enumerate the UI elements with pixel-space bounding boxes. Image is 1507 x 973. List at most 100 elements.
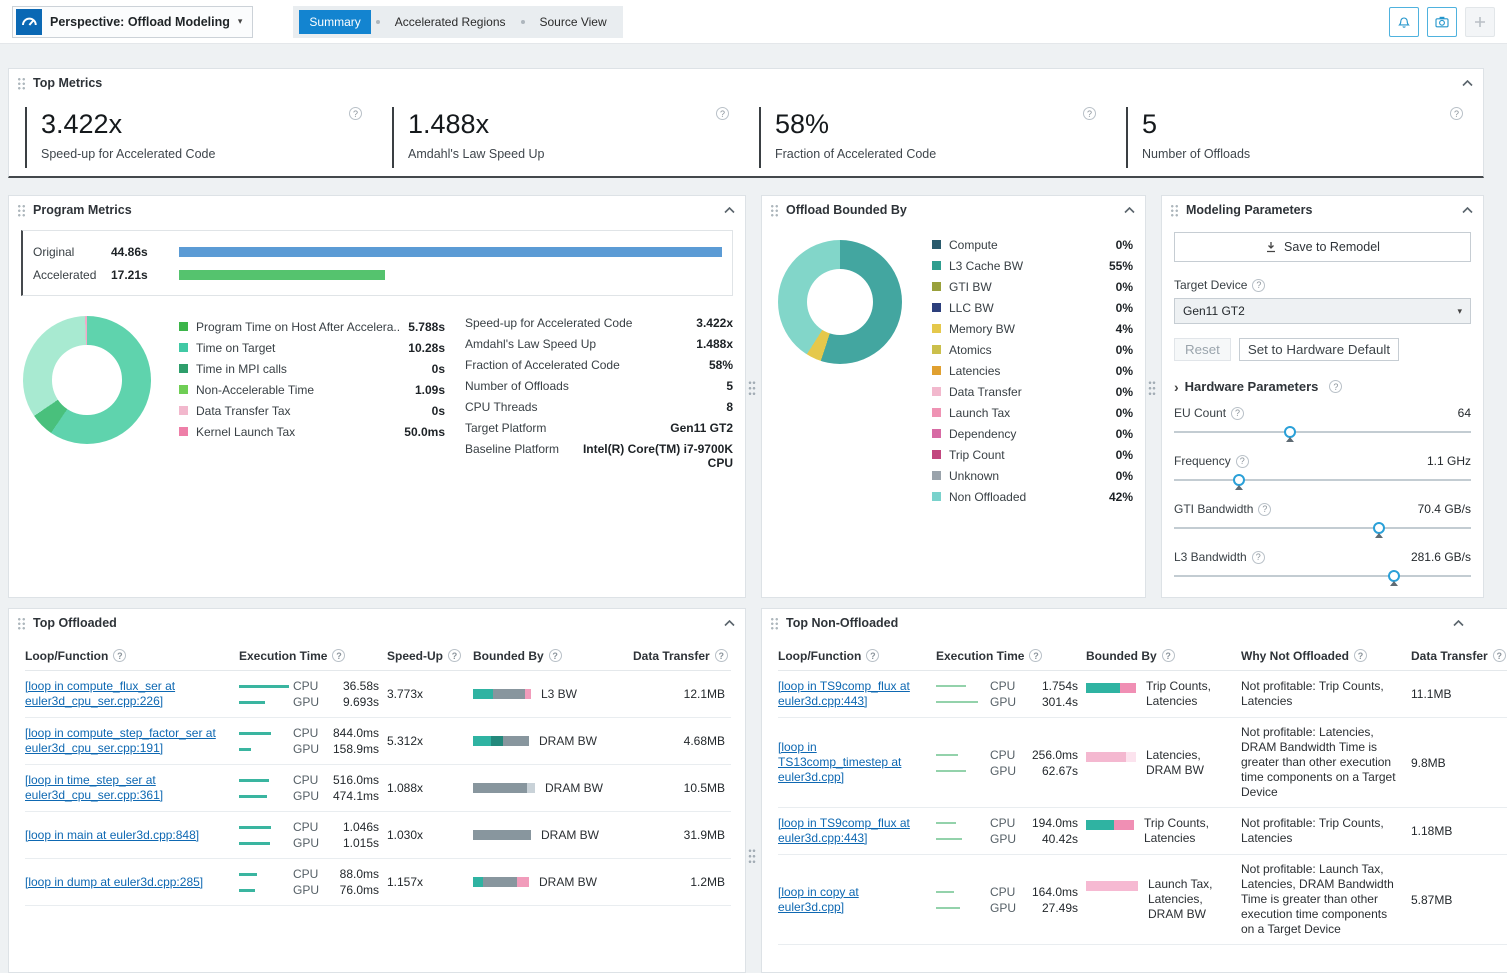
parameter-buttons: Reset Set to Hardware Default <box>1174 338 1471 361</box>
legend-label: LLC BW <box>949 301 1108 315</box>
notifications-button[interactable] <box>1389 7 1419 37</box>
collapse-button[interactable] <box>1124 207 1135 214</box>
column-header-label: Data Transfer <box>1411 649 1488 663</box>
top-toolbar: Perspective: Offload Modeling ▾ Summary A… <box>0 0 1507 44</box>
set-hardware-default-button[interactable]: Set to Hardware Default <box>1239 338 1399 361</box>
help-icon[interactable]: ? <box>1083 107 1096 120</box>
help-icon[interactable]: ? <box>1162 649 1175 662</box>
collapse-button[interactable] <box>724 207 735 214</box>
help-icon[interactable]: ? <box>716 107 729 120</box>
slider-track[interactable] <box>1174 425 1471 441</box>
execution-time-entry: CPU88.0ms <box>239 866 379 882</box>
collapse-button[interactable] <box>1462 80 1473 87</box>
bounded-by-bar <box>473 783 535 793</box>
drag-handle-icon[interactable] <box>770 617 779 630</box>
help-icon[interactable]: ? <box>715 649 728 662</box>
add-button[interactable] <box>1465 7 1495 37</box>
slider-default-marker <box>1375 533 1383 538</box>
help-icon[interactable]: ? <box>1231 407 1244 420</box>
legend-label: Atomics <box>949 343 1108 357</box>
hardware-parameters-toggle[interactable]: › Hardware Parameters ? <box>1174 379 1471 394</box>
tab-summary[interactable]: Summary <box>299 10 370 34</box>
loop-function-link[interactable]: [loop in TS9comp_flux at euler3d.cpp:443… <box>778 816 928 846</box>
help-icon[interactable]: ? <box>448 649 461 662</box>
drag-handle-icon[interactable] <box>17 204 26 217</box>
detail-label: Fraction of Accelerated Code <box>465 358 620 372</box>
drag-handle-icon[interactable] <box>17 617 26 630</box>
panel-resize-handle[interactable] <box>1148 380 1156 398</box>
panel-resize-handle[interactable] <box>748 848 756 866</box>
device-label: CPU <box>293 867 323 881</box>
device-label: GPU <box>293 883 323 897</box>
drag-handle-icon[interactable] <box>770 204 779 217</box>
why-not-offloaded-text: Not profitable: Trip Counts, Latencies <box>1241 672 1411 716</box>
legend-swatch <box>932 492 941 501</box>
tab-source-view[interactable]: Source View <box>530 10 617 34</box>
help-icon[interactable]: ? <box>1450 107 1463 120</box>
perspective-selector[interactable]: Perspective: Offload Modeling ▾ <box>12 6 253 38</box>
slider-track[interactable] <box>1174 521 1471 537</box>
help-icon[interactable]: ? <box>1493 649 1506 662</box>
help-icon[interactable]: ? <box>1329 380 1342 393</box>
legend-label: Unknown <box>949 469 1108 483</box>
help-icon[interactable]: ? <box>332 649 345 662</box>
collapse-button[interactable] <box>1462 207 1473 214</box>
drag-handle-icon[interactable] <box>1170 204 1179 217</box>
help-icon[interactable]: ? <box>1252 551 1265 564</box>
loop-function-link[interactable]: [loop in dump at euler3d.cpp:285] <box>25 875 203 890</box>
loop-function-link[interactable]: [loop in time_step_ser at euler3d_cpu_se… <box>25 773 231 803</box>
tab-accelerated-regions[interactable]: Accelerated Regions <box>385 10 516 34</box>
drag-handle-icon[interactable] <box>17 77 26 90</box>
slider-track[interactable] <box>1174 473 1471 489</box>
bounded-by-cell: DRAM BW <box>473 868 633 897</box>
offloaded-table-row: [loop in time_step_ser at euler3d_cpu_se… <box>25 765 731 812</box>
help-icon[interactable]: ? <box>349 107 362 120</box>
help-icon[interactable]: ? <box>113 649 126 662</box>
device-label: CPU <box>293 820 323 834</box>
loop-function-link[interactable]: [loop in TS9comp_flux at euler3d.cpp:443… <box>778 679 928 709</box>
slider-track-line <box>1174 527 1471 529</box>
collapse-button[interactable] <box>1453 620 1464 627</box>
target-device-select[interactable]: Gen11 GT2 ▾ <box>1174 298 1471 324</box>
time-bar-container <box>239 779 293 782</box>
bounded-by-bar-segment <box>1086 752 1126 762</box>
loop-function-link[interactable]: [loop in TS13comp_timestep at euler3d.cp… <box>778 740 928 785</box>
loop-function-link[interactable]: [loop in copy at euler3d.cpp] <box>778 885 928 915</box>
legend-value: 0% <box>1116 427 1133 441</box>
slider-track[interactable] <box>1174 569 1471 585</box>
bounded-legend-item: Memory BW4% <box>932 318 1133 339</box>
help-icon[interactable]: ? <box>1029 649 1042 662</box>
panel-resize-handle[interactable] <box>748 380 756 398</box>
help-icon[interactable]: ? <box>549 649 562 662</box>
execution-time-cell: CPU516.0msGPU474.1ms <box>239 765 387 811</box>
save-to-remodel-button[interactable]: Save to Remodel <box>1174 232 1471 262</box>
loop-function-cell: [loop in copy at euler3d.cpp] <box>778 878 936 922</box>
reset-button[interactable]: Reset <box>1174 338 1231 361</box>
detail-label: Target Platform <box>465 421 546 435</box>
device-label: GPU <box>990 764 1020 778</box>
column-header-label: Bounded By <box>473 649 544 663</box>
help-icon[interactable]: ? <box>866 649 879 662</box>
execution-time-entry: GPU40.42s <box>936 831 1078 847</box>
execution-time-bar <box>239 889 255 892</box>
snapshot-button[interactable] <box>1427 7 1457 37</box>
device-label: GPU <box>990 832 1020 846</box>
help-icon[interactable]: ? <box>1354 649 1367 662</box>
legend-label: Time on Target <box>196 341 400 355</box>
loop-function-link[interactable]: [loop in compute_flux_ser at euler3d_cpu… <box>25 679 231 709</box>
tab-separator <box>521 20 525 24</box>
help-icon[interactable]: ? <box>1258 503 1271 516</box>
execution-time-bar <box>936 685 966 687</box>
legend-label: Trip Count <box>949 448 1108 462</box>
legend-value: 0% <box>1116 385 1133 399</box>
view-tabs: Summary Accelerated Regions Source View <box>293 6 622 38</box>
collapse-button[interactable] <box>724 620 735 627</box>
loop-function-link[interactable]: [loop in compute_step_factor_ser at eule… <box>25 726 231 756</box>
bounded-by-cell: DRAM BW <box>473 727 633 756</box>
loop-function-cell: [loop in time_step_ser at euler3d_cpu_se… <box>25 766 239 810</box>
help-icon[interactable]: ? <box>1236 455 1249 468</box>
panel-title: Top Metrics <box>33 76 102 90</box>
loop-function-link[interactable]: [loop in main at euler3d.cpp:848] <box>25 828 199 843</box>
hardware-parameters-label: Hardware Parameters <box>1185 379 1319 394</box>
help-icon[interactable]: ? <box>1252 279 1265 292</box>
